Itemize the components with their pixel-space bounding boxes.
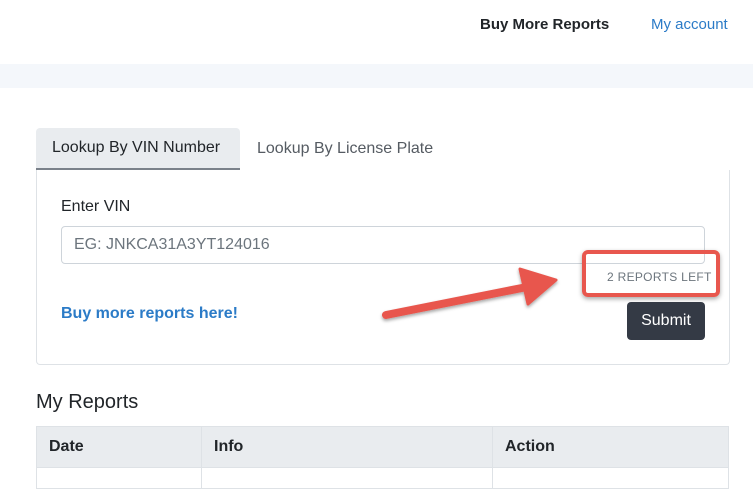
submit-button[interactable]: Submit	[627, 302, 705, 340]
buy-more-reports-link[interactable]: Buy More Reports	[480, 16, 609, 34]
my-account-link[interactable]: My account	[651, 16, 728, 34]
table-row	[36, 467, 729, 489]
column-header-info: Info	[201, 426, 493, 468]
column-header-date: Date	[36, 426, 202, 468]
buy-more-reports-here-link[interactable]: Buy more reports here!	[61, 305, 238, 323]
table-cell	[36, 467, 202, 489]
my-reports-title: My Reports	[36, 391, 139, 413]
reports-table: Date Info Action	[36, 426, 729, 489]
column-header-action: Action	[492, 426, 729, 468]
table-header-row: Date Info Action	[36, 426, 729, 468]
tab-lookup-by-vin[interactable]: Lookup By VIN Number	[36, 128, 240, 170]
table-cell	[201, 467, 493, 489]
vin-label: Enter VIN	[61, 198, 131, 215]
annotation-highlight-box	[582, 250, 720, 297]
top-navigation: Buy More Reports My account	[0, 0, 753, 64]
tab-lookup-by-license-plate[interactable]: Lookup By License Plate	[241, 128, 456, 170]
header-band	[0, 64, 753, 88]
table-cell	[492, 467, 729, 489]
annotation-arrow-icon	[382, 267, 558, 319]
